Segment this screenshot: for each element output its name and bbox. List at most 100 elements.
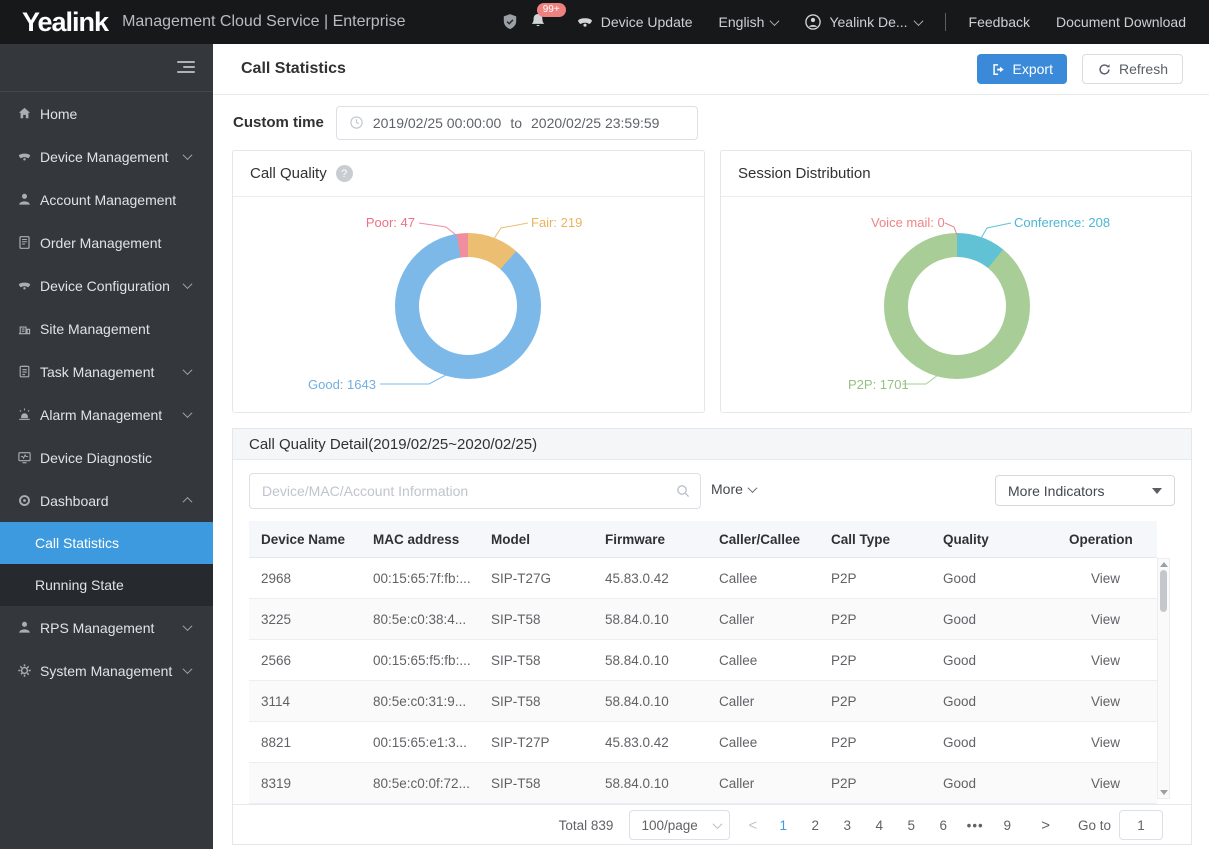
clock-icon bbox=[350, 116, 363, 129]
cell: Good bbox=[943, 775, 977, 791]
search-icon[interactable] bbox=[675, 483, 691, 499]
cell: 00:15:65:e1:3... bbox=[373, 734, 467, 750]
sidebar-item-device-management[interactable]: Device Management bbox=[0, 135, 213, 178]
goto-page-input[interactable] bbox=[1119, 810, 1163, 840]
chevron-down-icon bbox=[747, 482, 758, 493]
sidebar-item-home[interactable]: Home bbox=[0, 92, 213, 135]
feedback-link[interactable]: Feedback bbox=[969, 14, 1030, 30]
shield-icon[interactable] bbox=[501, 13, 519, 31]
search-input[interactable] bbox=[249, 473, 701, 509]
view-link[interactable]: View bbox=[1091, 776, 1120, 791]
sidebar-item-label: Home bbox=[40, 105, 78, 122]
help-icon[interactable]: ? bbox=[335, 165, 353, 182]
cell: SIP-T58 bbox=[491, 775, 541, 791]
conference-label: Conference: 208 bbox=[1014, 215, 1111, 230]
sidebar-item-site-management[interactable]: Site Management bbox=[0, 307, 213, 350]
home-icon bbox=[17, 106, 33, 122]
view-link[interactable]: View bbox=[1091, 653, 1120, 668]
cell: 58.84.0.10 bbox=[605, 652, 669, 668]
sidebar-item-rps-management[interactable]: RPS Management bbox=[0, 606, 213, 649]
notification-badge: 99+ bbox=[536, 2, 566, 17]
user-circle-icon bbox=[804, 13, 822, 31]
page-number[interactable]: 9 bbox=[996, 818, 1018, 833]
next-page-button[interactable]: > bbox=[1031, 817, 1060, 834]
chevron-down-icon bbox=[770, 15, 780, 26]
view-link[interactable]: View bbox=[1091, 571, 1120, 586]
sidebar-menu: Home Device Management Account Management O… bbox=[0, 92, 213, 692]
page-title: Call Statistics bbox=[241, 60, 346, 77]
sidebar-item-running-state[interactable]: Running State bbox=[0, 564, 213, 606]
collapse-menu-icon[interactable] bbox=[177, 61, 195, 76]
chevron-down-icon bbox=[182, 365, 193, 376]
cell: P2P bbox=[831, 775, 857, 791]
sidebar-item-device-configuration[interactable]: Device Configuration bbox=[0, 264, 213, 307]
sidebar-item-system-management[interactable]: System Management bbox=[0, 649, 213, 692]
view-link[interactable]: View bbox=[1091, 612, 1120, 627]
page-number[interactable]: 6 bbox=[932, 818, 954, 833]
sidebar-item-label: Device Configuration bbox=[40, 277, 170, 294]
table-row: 2968 00:15:65:7f:fb:... SIP-T27G 45.83.0.42… bbox=[249, 558, 1157, 599]
sidebar-item-task-management[interactable]: Task Management bbox=[0, 350, 213, 393]
header-divider bbox=[944, 13, 946, 31]
cell: Caller bbox=[719, 693, 755, 709]
sidebar-item-order-management[interactable]: Order Management bbox=[0, 221, 213, 264]
page-number[interactable]: 2 bbox=[804, 818, 826, 833]
cell: 00:15:65:7f:fb:... bbox=[373, 570, 471, 586]
export-button[interactable]: Export bbox=[976, 54, 1067, 84]
language-selector[interactable]: English bbox=[719, 14, 780, 30]
sidebar-item-label: Call Statistics bbox=[35, 535, 120, 551]
cell: Caller bbox=[719, 775, 755, 791]
table-scrollbar bbox=[1157, 558, 1170, 799]
cell: Callee bbox=[719, 652, 758, 668]
column-header: Call Type bbox=[831, 531, 891, 547]
view-link[interactable]: View bbox=[1091, 694, 1120, 709]
sidebar-item-label: System Management bbox=[40, 662, 173, 679]
page-size-select[interactable]: 100/page bbox=[629, 810, 731, 840]
dashboard-icon bbox=[17, 493, 33, 509]
time-range-input[interactable]: 2019/02/25 00:00:00 to 2020/02/25 23:59:… bbox=[335, 105, 698, 140]
cell: Callee bbox=[719, 734, 758, 750]
account-menu[interactable]: Yealink De... bbox=[804, 13, 923, 31]
device-update-button[interactable]: Device Update bbox=[576, 13, 693, 31]
more-filters-button[interactable]: More bbox=[711, 481, 758, 497]
session-distribution-title: Session Distribution bbox=[738, 165, 871, 182]
page-number[interactable]: 1 bbox=[772, 818, 794, 833]
cell: Good bbox=[943, 611, 977, 627]
refresh-button[interactable]: Refresh bbox=[1081, 54, 1183, 84]
column-header: Operation bbox=[1069, 531, 1133, 547]
page-numbers: 1 2 3 4 5 6 ••• 9 bbox=[767, 818, 1023, 833]
page-number[interactable]: 5 bbox=[900, 818, 922, 833]
fair-label: Fair: 219 bbox=[531, 215, 583, 230]
prev-page-button[interactable]: < bbox=[738, 817, 767, 834]
document-download-link[interactable]: Document Download bbox=[1056, 14, 1186, 30]
order-icon bbox=[17, 235, 33, 251]
device-update-label: Device Update bbox=[600, 14, 693, 30]
sidebar-item-device-diagnostic[interactable]: Device Diagnostic bbox=[0, 436, 213, 479]
sidebar-item-label: Site Management bbox=[40, 320, 150, 337]
view-link[interactable]: View bbox=[1091, 735, 1120, 750]
scroll-up-icon[interactable] bbox=[1160, 562, 1168, 567]
cell: Good bbox=[943, 734, 977, 750]
app-window: Yealink Management Cloud Service | Enter… bbox=[0, 0, 1209, 849]
table-row: 3225 80:5e:c0:38:4... SIP-T58 58.84.0.10 Cal… bbox=[249, 599, 1157, 640]
sidebar-item-label: Task Management bbox=[40, 363, 155, 380]
page-number[interactable]: 4 bbox=[868, 818, 890, 833]
sidebar-item-alarm-management[interactable]: Alarm Management bbox=[0, 393, 213, 436]
scroll-down-icon[interactable] bbox=[1160, 790, 1168, 795]
cell: P2P bbox=[831, 611, 857, 627]
custom-time-label: Custom time bbox=[233, 114, 324, 131]
chevron-down-icon bbox=[712, 818, 723, 829]
user-icon bbox=[17, 192, 33, 208]
column-header: Caller/Callee bbox=[719, 531, 801, 547]
gear-icon bbox=[17, 663, 33, 679]
sidebar-item-dashboard[interactable]: Dashboard bbox=[0, 479, 213, 522]
sidebar-item-account-management[interactable]: Account Management bbox=[0, 178, 213, 221]
scrollbar-thumb[interactable] bbox=[1160, 570, 1167, 612]
sidebar-item-call-statistics[interactable]: Call Statistics bbox=[0, 522, 213, 564]
chevron-down-icon bbox=[182, 664, 193, 675]
notifications-button[interactable]: 99+ bbox=[529, 2, 566, 33]
more-indicators-select[interactable]: More Indicators bbox=[995, 475, 1175, 506]
page-number[interactable]: 3 bbox=[836, 818, 858, 833]
cell: 80:5e:c0:0f:72... bbox=[373, 775, 470, 791]
page-ellipsis: ••• bbox=[966, 817, 984, 833]
